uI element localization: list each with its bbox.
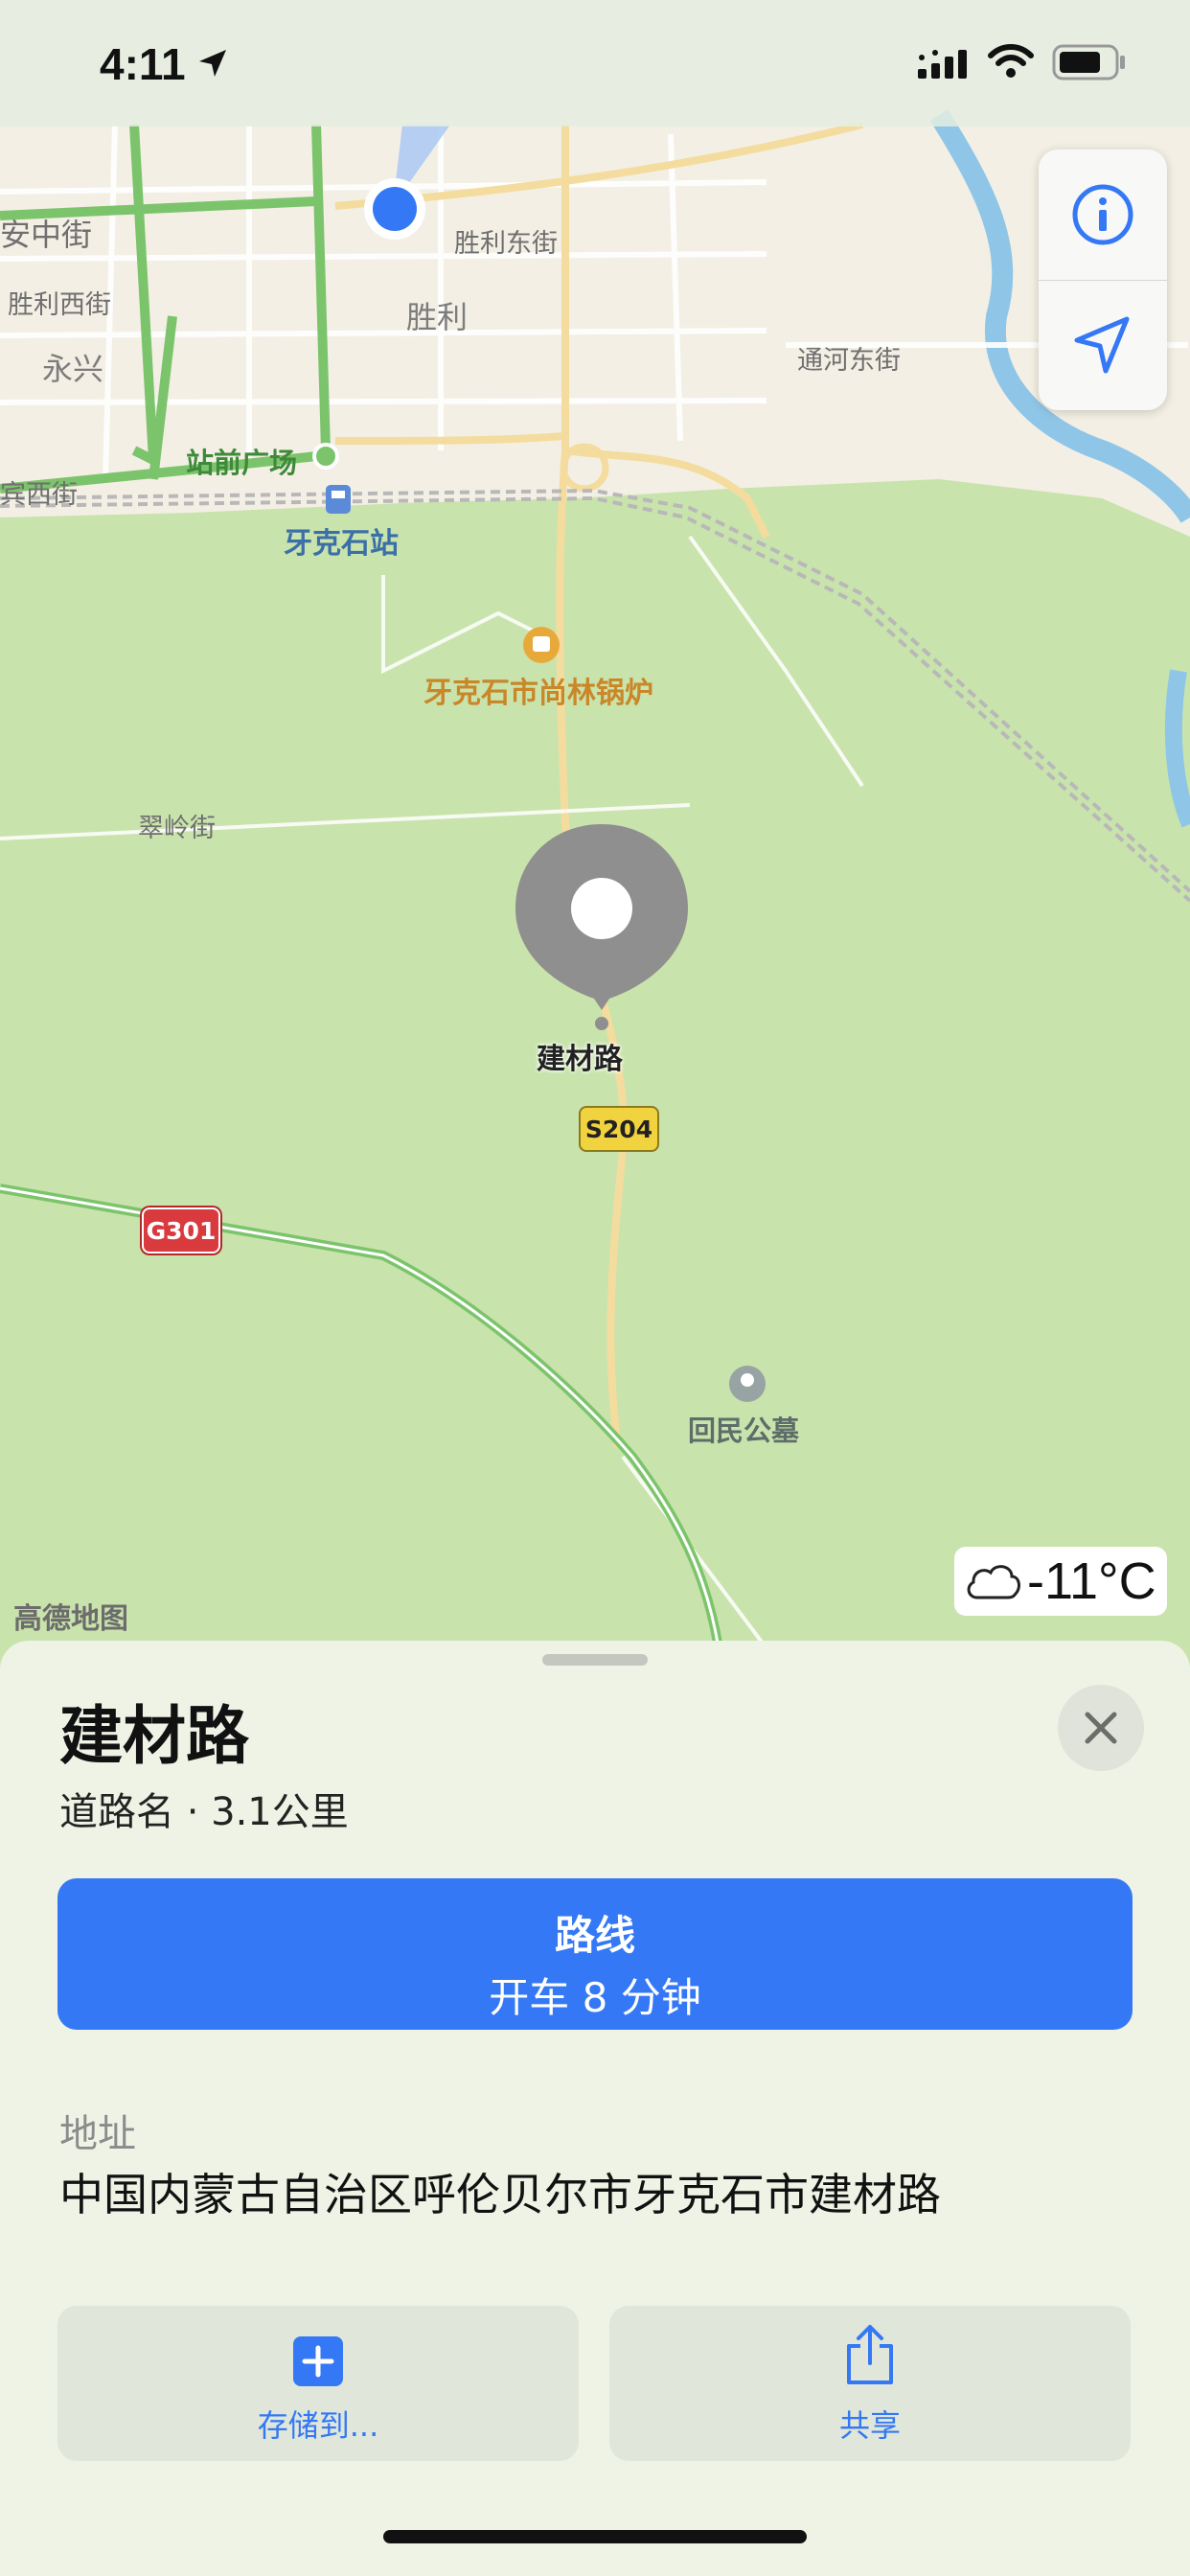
close-icon: [1085, 1712, 1117, 1744]
map-pin-icon: [515, 824, 688, 1030]
close-button[interactable]: [1058, 1685, 1144, 1771]
share-button[interactable]: 共享: [609, 2306, 1131, 2461]
share-icon: [847, 2325, 893, 2384]
location-services-icon: [199, 50, 226, 77]
battery-icon: [1052, 44, 1125, 80]
station-label[interactable]: 牙克石站: [284, 519, 399, 562]
directions-eta: 开车 8 分钟: [489, 1974, 701, 2021]
address-value[interactable]: 中国内蒙古自治区呼伦贝尔市牙克石市建材路: [59, 2160, 941, 2223]
cellular-signal-icon: [918, 50, 967, 79]
directions-button[interactable]: 路线 开车 8 分钟: [57, 1878, 1133, 2030]
wifi-icon: [988, 44, 1034, 78]
map-view[interactable]: 安中街 胜利西街 永兴 宾西街 胜利东街 胜利 通河东街 站前广场 牙克石站 牙…: [0, 0, 1190, 1648]
status-time: 4:11: [100, 39, 186, 89]
street-label: 安中街: [0, 217, 93, 253]
street-label: 翠岭街: [138, 814, 216, 843]
selected-place-pin[interactable]: [514, 820, 690, 1035]
square-label: 站前广场: [186, 447, 298, 479]
place-subtitle: 道路名 · 3.1公里: [59, 1790, 349, 1834]
info-icon: [1072, 184, 1133, 245]
save-to-button[interactable]: 存储到...: [57, 2306, 579, 2461]
location-arrow-icon: [1074, 316, 1130, 374]
sheet-grabber[interactable]: [542, 1654, 648, 1666]
home-indicator[interactable]: [383, 2530, 807, 2543]
street-label: 胜利东街: [454, 229, 558, 259]
map-attribution: 高德地图: [13, 1602, 128, 1636]
track-location-button[interactable]: [1039, 280, 1167, 410]
street-label: 通河东街: [797, 346, 901, 376]
map-controls: [1039, 150, 1167, 410]
pin-label: 建材路: [537, 1043, 623, 1076]
street-label: 宾西街: [0, 480, 78, 510]
district-label: 永兴: [42, 351, 104, 387]
cloud-icon: [967, 1565, 1020, 1599]
weather-badge: -11°C: [954, 1547, 1167, 1616]
address-heading: 地址: [59, 2112, 136, 2156]
weather-temperature: -11°C: [1027, 1552, 1156, 1610]
district-label: 胜利: [406, 299, 469, 335]
save-to-label: 存储到...: [257, 2407, 379, 2444]
route-shield-g301: G301: [142, 1208, 220, 1254]
poi-label[interactable]: 回民公墓: [688, 1409, 799, 1449]
route-shield-s204: S204: [579, 1106, 659, 1152]
add-icon: [293, 2336, 343, 2386]
map-info-button[interactable]: [1039, 150, 1167, 280]
place-title: 建材路: [59, 1699, 249, 1773]
place-card-sheet[interactable]: 建材路 道路名 · 3.1公里 路线 开车 8 分钟 地址 中国内蒙古自治区呼伦…: [0, 1641, 1190, 2576]
directions-label: 路线: [554, 1912, 635, 1959]
share-label: 共享: [838, 2407, 901, 2444]
status-bar: 4:11: [0, 0, 1190, 126]
street-label: 胜利西街: [8, 290, 111, 320]
poi-label[interactable]: 牙克石市尚林锅炉: [423, 669, 653, 711]
